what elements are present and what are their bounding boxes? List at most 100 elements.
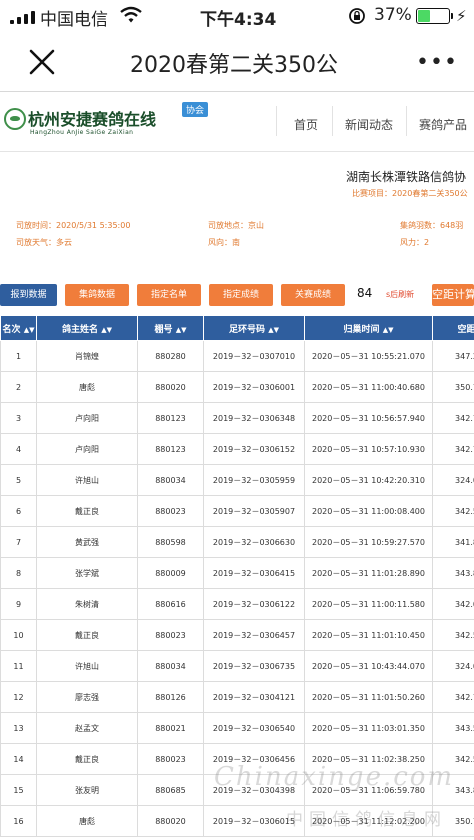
release-place-value: 京山: [248, 221, 264, 230]
results-table-container[interactable]: 名次 ▲▼ 鸽主姓名 ▲▼ 棚号 ▲▼ 足环号码 ▲▼ 归巢时间 ▲▼ 空距 1…: [0, 315, 474, 840]
table-row[interactable]: 16 唐彪 880020 2019－32－0306015 2020－05－31 11:1…: [0, 805, 474, 837]
race-organization: 湖南长株潭铁路信鸽协: [346, 170, 467, 184]
wifi-icon: [120, 6, 142, 23]
rank-cell: 12: [0, 681, 37, 713]
table-row[interactable]: 3 卢向阳 880123 2019－32－0306348 2020－05－31 10:5…: [0, 402, 474, 434]
sort-icon: ▲▼: [382, 325, 394, 334]
table-row[interactable]: 9 朱树清 880616 2019－32－0306122 2020－05－31 11:0…: [0, 588, 474, 620]
owner-cell: 唐彪: [36, 371, 138, 403]
more-icon[interactable]: •••: [416, 50, 458, 75]
wind-direction-value: 南: [232, 238, 240, 247]
rank-cell: 5: [0, 464, 37, 496]
race-event: 比赛项目：2020春第二关350公: [352, 189, 468, 198]
loft-cell: 880009: [137, 557, 204, 589]
table-row[interactable]: 14 戴正良 880023 2019－32－0306456 2020－05－31 11:…: [0, 743, 474, 775]
release-time-label: 司放时间：: [16, 221, 56, 230]
arrival-time-cell: 2020－05－31 11:12:02.200: [304, 805, 433, 837]
race-results-button[interactable]: 关赛成绩: [281, 284, 345, 306]
ring-cell: 2019－32－0306001: [203, 371, 305, 403]
arrival-time-cell: 2020－05－31 10:59:27.570: [304, 526, 433, 558]
site-nav-home[interactable]: 首页: [294, 116, 318, 133]
rank-cell: 13: [0, 712, 37, 744]
column-header-rank[interactable]: 名次 ▲▼: [0, 315, 37, 341]
distance-cell: 347.2: [432, 340, 474, 372]
table-row[interactable]: 4 卢向阳 880123 2019－32－0306152 2020－05－31 10:5…: [0, 433, 474, 465]
wind-force-label: 风力：: [400, 238, 424, 247]
column-header-ring[interactable]: 足环号码 ▲▼: [203, 315, 305, 341]
results-table: 名次 ▲▼ 鸽主姓名 ▲▼ 棚号 ▲▼ 足环号码 ▲▼ 归巢时间 ▲▼ 空距 1…: [0, 315, 474, 837]
table-row[interactable]: 5 许旭山 880034 2019－32－0305959 2020－05－31 10:4…: [0, 464, 474, 496]
table-row[interactable]: 6 戴正良 880023 2019－32－0305907 2020－05－31 11:0…: [0, 495, 474, 527]
distance-cell: 324.0: [432, 464, 474, 496]
ring-cell: 2019－32－0306735: [203, 650, 305, 682]
table-header-row: 名次 ▲▼ 鸽主姓名 ▲▼ 棚号 ▲▼ 足环号码 ▲▼ 归巢时间 ▲▼ 空距: [0, 315, 474, 341]
loft-cell: 880034: [137, 650, 204, 682]
column-header-arrival[interactable]: 归巢时间 ▲▼: [304, 315, 433, 341]
wind-force-info: 风力：2: [400, 237, 429, 248]
sort-icon: ▲▼: [268, 325, 279, 334]
loft-cell: 880034: [137, 464, 204, 496]
designated-list-button[interactable]: 指定名单: [137, 284, 201, 306]
site-nav-news[interactable]: 新闻动态: [345, 116, 393, 133]
arrival-time-cell: 2020－05－31 11:01:50.260: [304, 681, 433, 713]
column-header-loft[interactable]: 棚号 ▲▼: [137, 315, 204, 341]
loft-cell: 880123: [137, 402, 204, 434]
table-row[interactable]: 8 张学斌 880009 2019－32－0306415 2020－05－31 11:0…: [0, 557, 474, 589]
rank-cell: 6: [0, 495, 37, 527]
weather-label: 司放天气：: [16, 238, 56, 247]
status-bar: 中国电信 下午4:34 37% ⚡: [0, 0, 474, 32]
table-row[interactable]: 13 赵孟文 880021 2019－32－0306540 2020－05－31 11:…: [0, 712, 474, 744]
rank-cell: 4: [0, 433, 37, 465]
table-row[interactable]: 12 廖志强 880126 2019－32－0304121 2020－05－31 11:…: [0, 681, 474, 713]
designated-results-button[interactable]: 指定成绩: [209, 284, 273, 306]
ring-cell: 2019－32－0306456: [203, 743, 305, 775]
table-row[interactable]: 2 唐彪 880020 2019－32－0306001 2020－05－31 11:00…: [0, 371, 474, 403]
loft-cell: 880023: [137, 619, 204, 651]
site-nav-products[interactable]: 赛鸽产品: [419, 116, 467, 133]
table-row[interactable]: 11 许旭山 880034 2019－32－0306735 2020－05－31 10:…: [0, 650, 474, 682]
bird-count-info: 集鸽羽数：648羽: [400, 220, 463, 231]
column-header-label: 足环号码: [229, 324, 266, 335]
distance-cell: 343.8: [432, 774, 474, 806]
arrival-time-cell: 2020－05－31 11:02:38.250: [304, 743, 433, 775]
table-row[interactable]: 7 黄武强 880598 2019－32－0306630 2020－05－31 10:5…: [0, 526, 474, 558]
distance-calc-button[interactable]: 空距计算: [432, 284, 474, 306]
sort-icon: ▲▼: [101, 325, 112, 334]
page-title: 2020春第二关350公: [130, 53, 338, 78]
ring-cell: 2019－32－0306152: [203, 433, 305, 465]
table-row[interactable]: 10 戴正良 880023 2019－32－0306457 2020－05－31 11:…: [0, 619, 474, 651]
arrival-time-cell: 2020－05－31 11:01:28.890: [304, 557, 433, 589]
ring-cell: 2019－32－0306415: [203, 557, 305, 589]
owner-cell: 许旭山: [36, 650, 138, 682]
owner-cell: 戴正良: [36, 743, 138, 775]
table-row[interactable]: 15 张友明 880685 2019－32－0304398 2020－05－31 11:…: [0, 774, 474, 806]
sort-icon: ▲▼: [175, 325, 187, 334]
column-header-distance[interactable]: 空距: [432, 315, 474, 341]
distance-cell: 342.7: [432, 681, 474, 713]
arrival-time-cell: 2020－05－31 10:42:20.310: [304, 464, 433, 496]
rank-cell: 7: [0, 526, 37, 558]
distance-cell: 342.5: [432, 495, 474, 527]
distance-cell: 343.5: [432, 712, 474, 744]
loft-cell: 880685: [137, 774, 204, 806]
collection-data-button[interactable]: 集鸽数据: [65, 284, 129, 306]
rank-cell: 9: [0, 588, 37, 620]
column-header-label: 空距: [457, 324, 474, 335]
arrival-time-cell: 2020－05－31 11:00:40.680: [304, 371, 433, 403]
site-logo-text[interactable]: 杭州安捷赛鸽在线: [28, 106, 156, 130]
owner-cell: 赵孟文: [36, 712, 138, 744]
clock: 下午4:34: [200, 10, 277, 30]
ring-cell: 2019－32－0304121: [203, 681, 305, 713]
distance-cell: 342.7: [432, 402, 474, 434]
distance-cell: 342.5: [432, 619, 474, 651]
sort-icon: ▲▼: [23, 325, 35, 334]
distance-cell: 342.5: [432, 743, 474, 775]
ring-cell: 2019－32－0306630: [203, 526, 305, 558]
report-data-button[interactable]: 报到数据: [0, 284, 57, 306]
table-row[interactable]: 1 肖锦煌 880280 2019－32－0307010 2020－05－31 10:5…: [0, 340, 474, 372]
weather-value: 多云: [56, 238, 72, 247]
rank-cell: 15: [0, 774, 37, 806]
column-header-owner[interactable]: 鸽主姓名 ▲▼: [36, 315, 138, 341]
close-icon[interactable]: [28, 48, 56, 76]
loft-cell: 880020: [137, 371, 204, 403]
